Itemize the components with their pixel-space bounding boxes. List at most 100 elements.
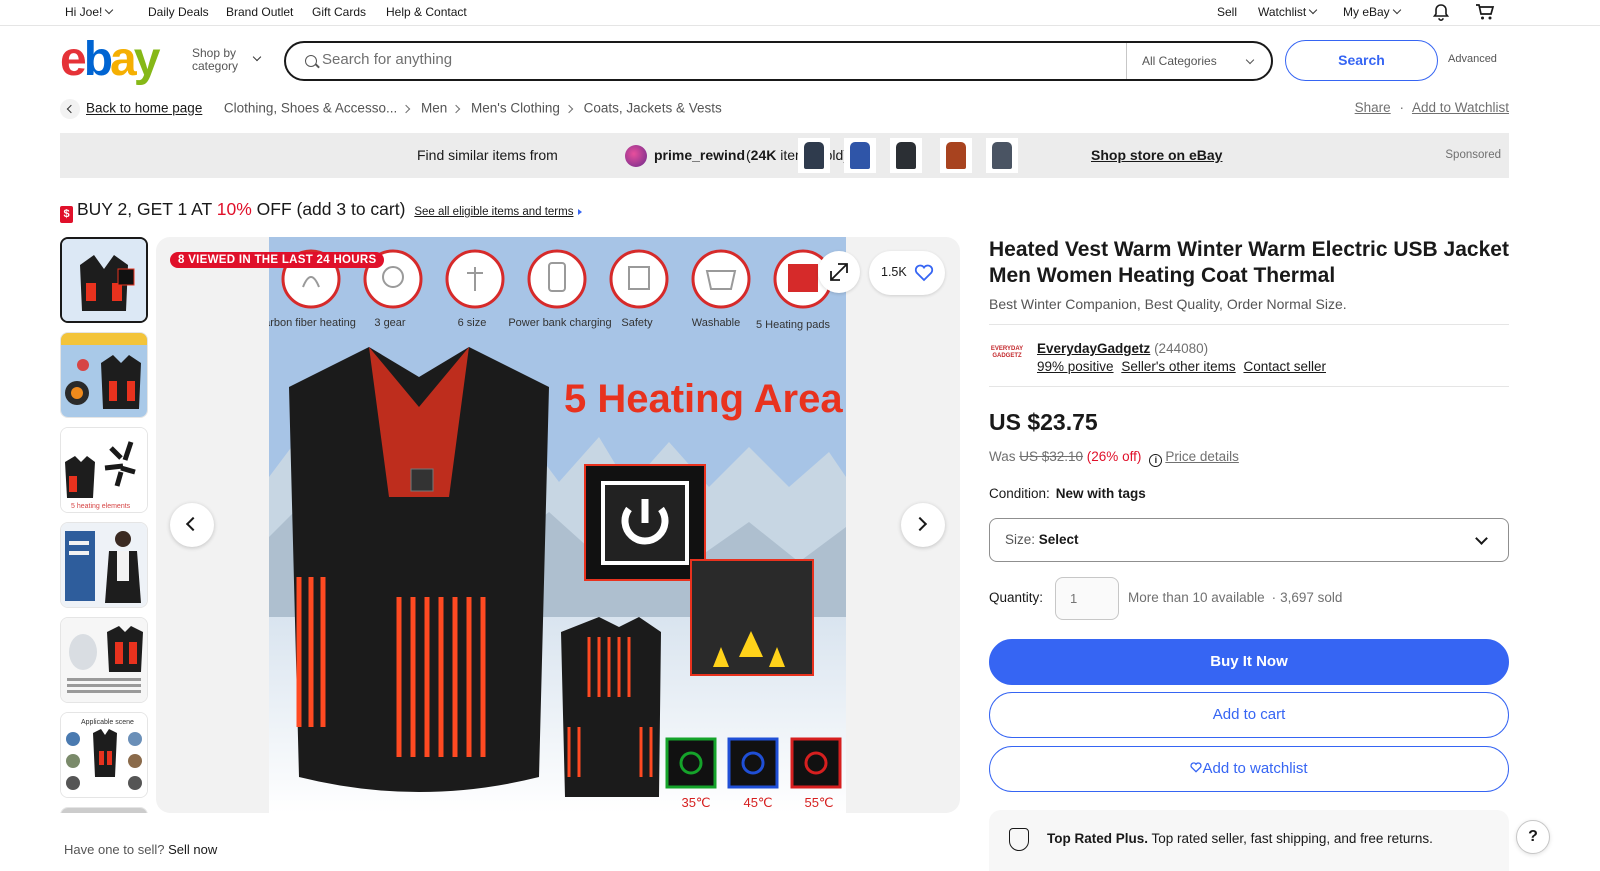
strip-seller-name[interactable]: prime_rewind xyxy=(654,147,745,163)
next-image-button[interactable] xyxy=(901,503,945,547)
thumbnail[interactable]: 5 heating elements xyxy=(60,427,148,513)
dot-separator: · xyxy=(1399,100,1404,115)
sold-count-text: 3,697 sold xyxy=(1280,590,1343,605)
advanced-search-link[interactable]: Advanced xyxy=(1448,53,1497,65)
similar-item-thumb[interactable] xyxy=(844,138,876,173)
bell-icon[interactable] xyxy=(1432,3,1450,24)
top-rated-badge-icon xyxy=(1009,828,1029,851)
heart-icon xyxy=(914,264,934,282)
ebay-logo[interactable]: ebay xyxy=(60,33,161,86)
thumbnail[interactable] xyxy=(60,617,148,703)
contact-seller-link[interactable]: Contact seller xyxy=(1243,359,1326,374)
thumbnail[interactable] xyxy=(60,807,148,813)
vest-thumbnail-image xyxy=(62,239,146,321)
original-price: US $32.10 xyxy=(1019,449,1084,464)
breadcrumb-item[interactable]: Men xyxy=(421,101,447,116)
jacket-image xyxy=(896,142,916,169)
chevron-down-icon xyxy=(1308,5,1318,15)
chevron-down-icon xyxy=(252,52,262,62)
top-bar: Hi Joe! Daily Deals Brand Outlet Gift Ca… xyxy=(0,0,1600,26)
back-home-link[interactable]: Back to home page xyxy=(86,101,202,116)
similar-item-thumb[interactable] xyxy=(798,138,830,173)
dot-separator: · xyxy=(1271,590,1277,605)
thumbnail[interactable] xyxy=(60,332,148,418)
heart-icon xyxy=(1190,762,1203,773)
product-subtitle: Best Winter Companion, Best Quality, Ord… xyxy=(989,296,1347,312)
jacket-image xyxy=(946,142,966,169)
logo-letter: y xyxy=(133,33,161,86)
daily-deals-link[interactable]: Daily Deals xyxy=(148,5,209,19)
top-rated-desc: Top rated seller, fast shipping, and fre… xyxy=(1148,831,1433,846)
seller-name-link[interactable]: EverydayGadgetz xyxy=(1037,341,1150,356)
top-rated-title: Top Rated Plus. xyxy=(1047,831,1149,846)
breadcrumb-item[interactable]: Men's Clothing xyxy=(471,101,560,116)
previous-image-button[interactable] xyxy=(170,503,214,547)
greeting-label: Hi Joe! xyxy=(65,5,103,19)
info-icon[interactable]: i xyxy=(1149,454,1163,467)
breadcrumb-item[interactable]: Coats, Jackets & Vests xyxy=(584,101,722,116)
condition-value: New with tags xyxy=(1055,486,1146,501)
seller-logo[interactable]: EVERYDAY GADGETZ xyxy=(989,346,1025,370)
temp-label: 45℃ xyxy=(743,795,772,810)
feedback-count: (244080) xyxy=(1150,341,1209,356)
watch-count: 1.5K xyxy=(881,265,907,279)
feature-label: 6 size xyxy=(458,317,487,329)
price-details-link[interactable]: Price details xyxy=(1165,449,1239,464)
jacket-image xyxy=(850,142,870,169)
thumbnail[interactable] xyxy=(60,522,148,608)
thumbnail[interactable]: Applicable scene xyxy=(60,712,148,798)
headline-text: 5 Heating Area xyxy=(564,377,843,421)
sellers-other-items-link[interactable]: Seller's other items xyxy=(1121,359,1235,374)
quantity-input[interactable] xyxy=(1055,577,1119,620)
cart-icon[interactable] xyxy=(1475,3,1495,24)
help-button[interactable]: ? xyxy=(1516,820,1550,854)
search-input[interactable] xyxy=(322,51,1122,68)
add-to-watchlist-button[interactable]: Add to watchlist xyxy=(989,746,1509,792)
shop-by-category-button[interactable]: Shop by category xyxy=(192,47,238,73)
size-select[interactable]: Size: Select xyxy=(989,518,1509,562)
similar-item-thumb[interactable] xyxy=(986,138,1018,173)
have-one-text: Have one to sell? xyxy=(64,842,169,857)
my-ebay-menu[interactable]: My eBay xyxy=(1343,5,1401,19)
breadcrumb-item[interactable]: Clothing, Shoes & Accesso... xyxy=(224,101,397,116)
feature-label: Safety xyxy=(621,317,653,329)
expand-image-button[interactable] xyxy=(818,251,860,293)
seller-links: 99% positive Seller's other items Contac… xyxy=(1037,359,1326,374)
see-eligible-link[interactable]: See all eligible items and terms xyxy=(414,206,573,218)
applicable-scene-thumbnail-image: Applicable scene xyxy=(61,713,147,797)
search-icon xyxy=(305,55,317,67)
watchlist-menu[interactable]: Watchlist xyxy=(1258,5,1318,19)
similar-item-thumb[interactable] xyxy=(940,138,972,173)
add-to-cart-button[interactable]: Add to cart xyxy=(989,692,1509,738)
share-link[interactable]: Share xyxy=(1355,100,1391,115)
help-contact-link[interactable]: Help & Contact xyxy=(386,5,467,19)
washable-thumbnail-image xyxy=(61,618,147,702)
watchlist-label: Watchlist xyxy=(1258,5,1307,19)
temp-label: 55℃ xyxy=(804,795,833,810)
buy-it-now-button[interactable]: Buy It Now xyxy=(989,639,1509,685)
back-arrow-icon[interactable] xyxy=(60,99,80,119)
search-button[interactable]: Search xyxy=(1285,40,1438,81)
thumbnail[interactable] xyxy=(60,237,148,323)
promo-text-end: OFF (add 3 to cart) xyxy=(251,199,406,219)
add-to-watchlist-link[interactable]: Add to Watchlist xyxy=(1412,100,1509,115)
items-sold-label: (24K items sold) xyxy=(746,147,848,163)
seller-avatar[interactable] xyxy=(625,145,647,167)
watch-count-button[interactable]: 1.5K xyxy=(869,251,945,295)
gift-cards-link[interactable]: Gift Cards xyxy=(312,5,366,19)
category-select[interactable]: All Categories xyxy=(1126,43,1271,79)
temp-label: 35℃ xyxy=(681,795,710,810)
image-gallery: Carbon fiber heating 3 gear 6 size Power… xyxy=(156,237,960,813)
similar-item-thumb[interactable] xyxy=(890,138,922,173)
positive-feedback-link[interactable]: 99% positive xyxy=(1037,359,1114,374)
sell-link[interactable]: Sell xyxy=(1217,5,1237,19)
greeting-menu[interactable]: Hi Joe! xyxy=(65,5,114,19)
sell-now-link[interactable]: Sell now xyxy=(168,842,217,857)
sell-one-prompt: Have one to sell? Sell now xyxy=(64,842,217,857)
main-product-image[interactable]: Carbon fiber heating 3 gear 6 size Power… xyxy=(269,237,846,813)
price: US $23.75 xyxy=(989,409,1098,435)
add-to-watchlist-label: Add to watchlist xyxy=(1202,760,1308,777)
shop-store-link[interactable]: Shop store on eBay xyxy=(1091,147,1222,163)
brand-outlet-link[interactable]: Brand Outlet xyxy=(226,5,293,19)
thumbnail-list: 5 heating elements Applicable scene xyxy=(60,237,148,813)
